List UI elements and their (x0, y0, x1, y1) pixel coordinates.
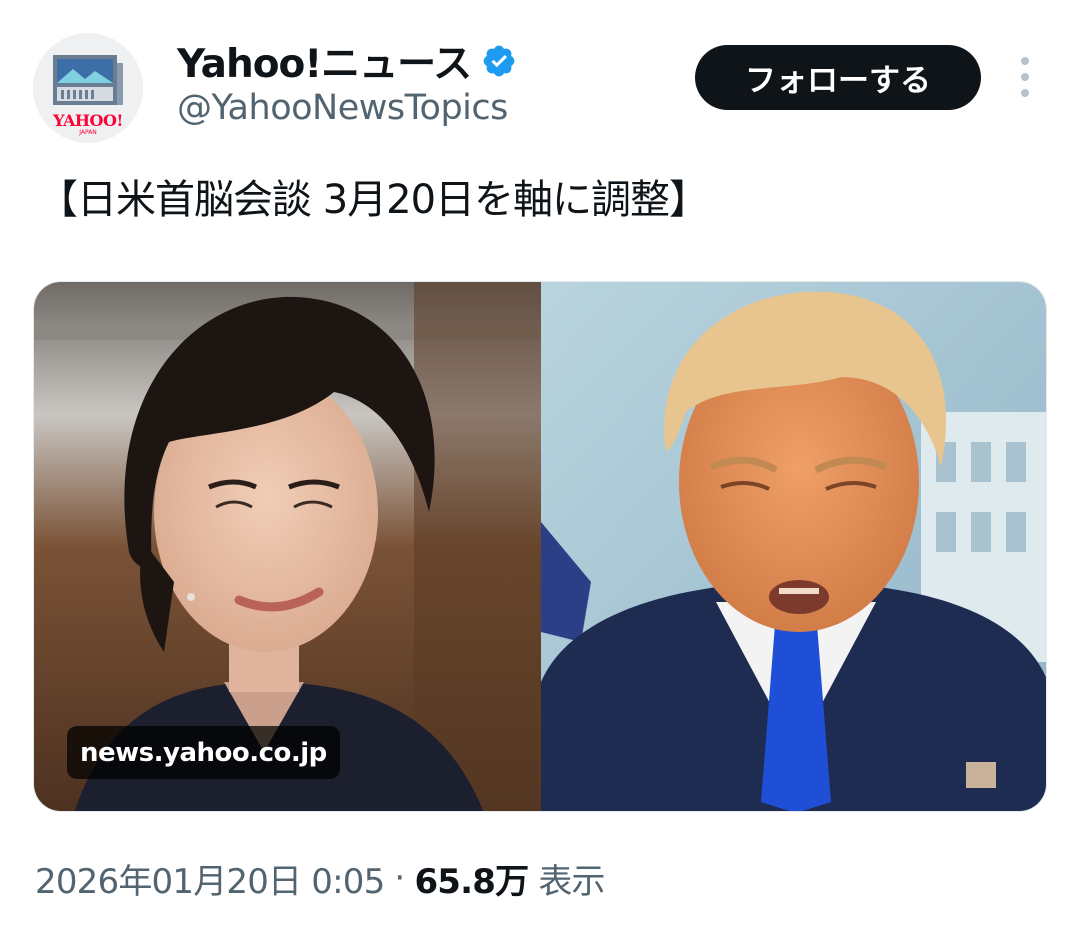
author-name-row[interactable]: Yahoo!ニュース (177, 33, 517, 89)
tweet-text: 【日米首脳会談 3月20日を軸に調整】 (38, 177, 709, 223)
author-avatar[interactable]: YAHOO! JAPAN (33, 33, 143, 143)
avatar-logo-text: YAHOO! (53, 111, 123, 130)
views-label: 表示 (538, 861, 605, 902)
tweet-header: YAHOO! JAPAN Yahoo!ニュース @YahooNewsTopics… (0, 0, 1080, 160)
portrait-photo-right[interactable] (541, 282, 1046, 811)
more-vertical-icon[interactable] (1005, 55, 1045, 100)
more-dot (1021, 57, 1029, 65)
verified-badge-icon (483, 45, 515, 77)
author-name[interactable]: Yahoo!ニュース (177, 33, 472, 89)
more-dot (1021, 73, 1029, 81)
tweet-meta: 2026年01月20日 0:05 · 65.8万 表示 (35, 850, 606, 906)
follow-button[interactable]: フォローする (695, 45, 981, 110)
avatar-logo-subtext: JAPAN (79, 129, 97, 136)
author-handle[interactable]: @YahooNewsTopics (177, 88, 508, 128)
views-count: 65.8万 (414, 861, 529, 902)
meta-separator: · (394, 858, 405, 898)
source-badge[interactable]: news.yahoo.co.jp (67, 726, 340, 779)
portrait-photo-right-image (541, 282, 1046, 811)
more-dot (1021, 89, 1029, 97)
portrait-photo-left[interactable]: news.yahoo.co.jp (34, 282, 541, 811)
tweet-media[interactable]: news.yahoo.co.jp (33, 281, 1047, 812)
tweet-timestamp[interactable]: 2026年01月20日 0:05 (35, 854, 385, 903)
